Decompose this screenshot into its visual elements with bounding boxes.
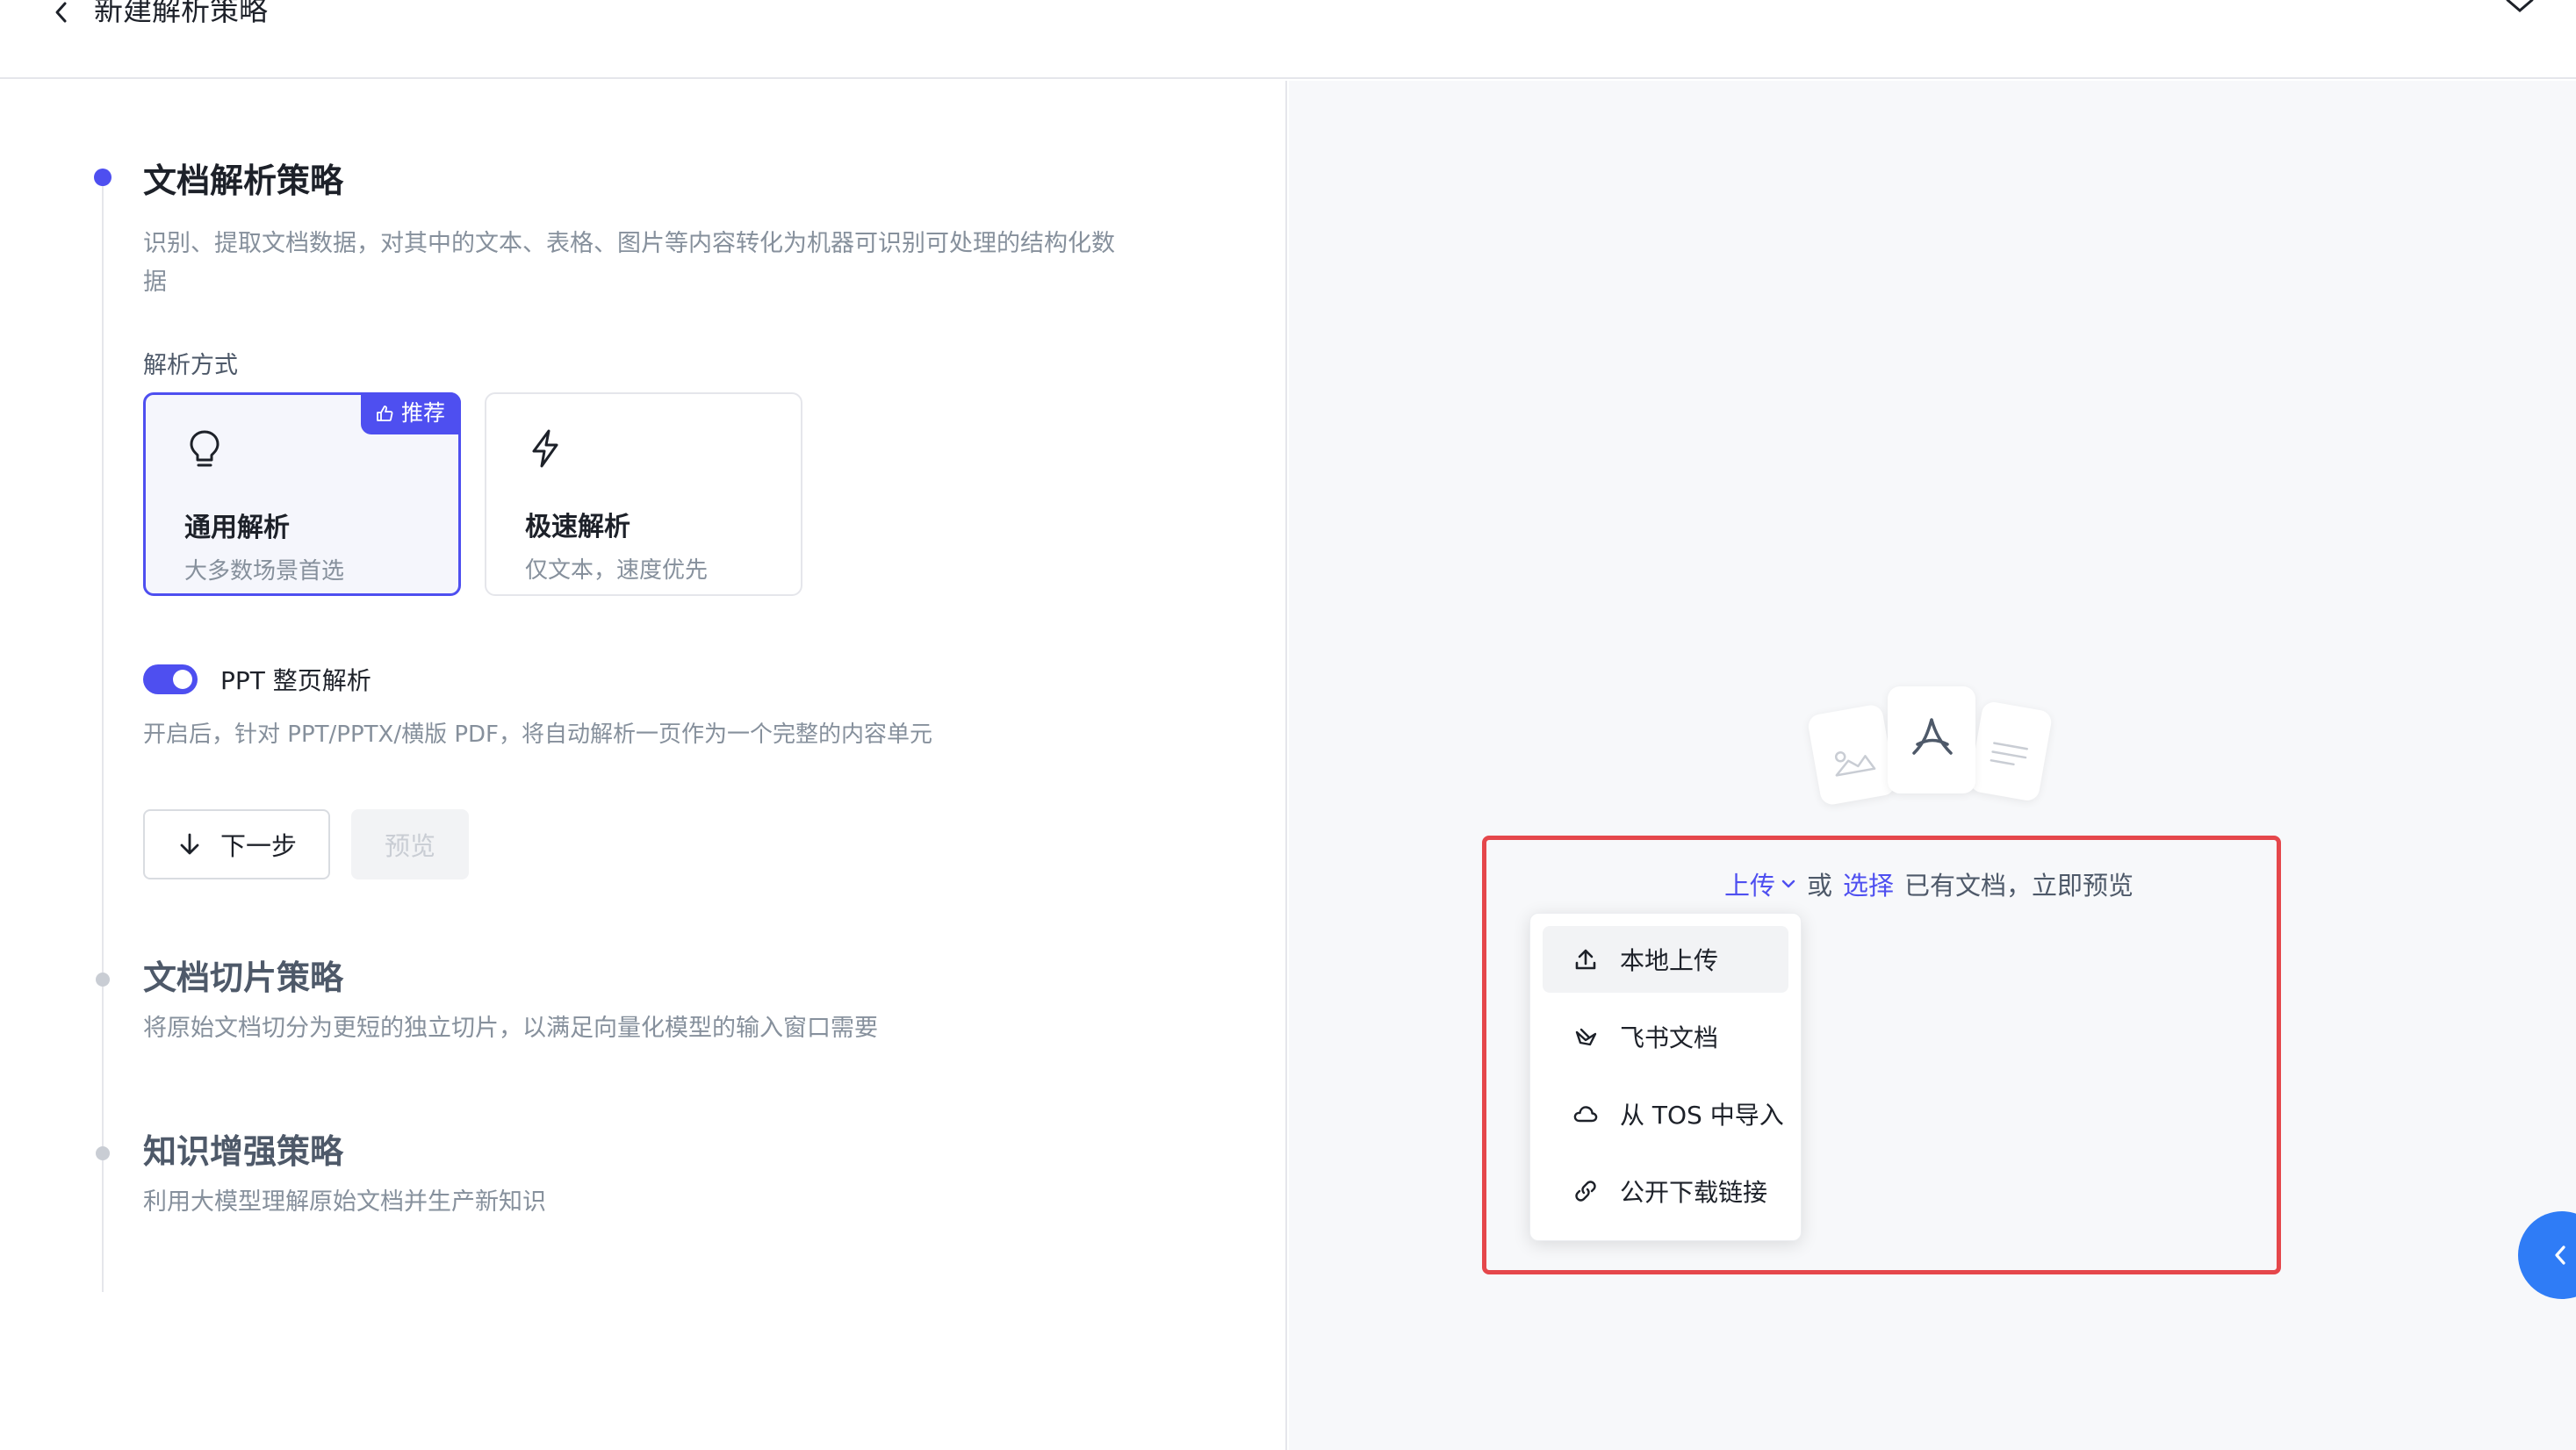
recommended-badge: 推荐 — [360, 392, 461, 434]
file-types-illustration — [1806, 686, 2054, 809]
arrow-down-icon — [180, 833, 199, 855]
parse-mode-card-general[interactable]: 推荐 通用解析 大多数场景首选 — [143, 392, 461, 596]
card-title-fast: 极速解析 — [525, 512, 630, 542]
upload-prompt: 上传 或 选择 已有文档，立即预览 — [1724, 865, 2133, 902]
timeline-line — [102, 186, 104, 1292]
lightning-icon — [532, 429, 558, 468]
feishu-icon — [1575, 1028, 1597, 1046]
card-title-general: 通用解析 — [184, 513, 290, 543]
menu-item-label: 飞书文档 — [1620, 1023, 1719, 1052]
step-desc-parse: 识别、提取文档数据，对其中的文本、表格、图片等内容转化为机器可识别可处理的结构化… — [143, 230, 1115, 257]
parse-mode-card-fast[interactable]: 极速解析 仅文本，速度优先 — [485, 392, 802, 596]
step-indicator-idle — [96, 973, 110, 987]
select-link[interactable]: 选择 — [1843, 865, 1894, 902]
ppt-toggle-description: 开启后，针对 PPT/PPTX/横版 PDF，将自动解析一页作为一个完整的内容单… — [143, 721, 932, 748]
menu-item-local-upload[interactable]: 本地上传 — [1543, 926, 1788, 993]
thumbs-up-icon — [377, 406, 393, 421]
upload-link: 上传 — [1724, 871, 1776, 901]
page-title: 新建解析策略 — [94, 0, 268, 27]
chevron-down-icon — [1781, 879, 1795, 888]
pdf-file-card — [1888, 686, 1975, 793]
menu-item-public-link[interactable]: 公开下载链接 — [1543, 1158, 1788, 1224]
menu-item-label: 从 TOS 中导入 — [1620, 1101, 1784, 1130]
ppt-toggle-label: PPT 整页解析 — [220, 666, 371, 695]
link-icon — [1575, 1181, 1596, 1202]
menu-item-label: 公开下载链接 — [1620, 1178, 1768, 1207]
image-icon — [1834, 751, 1876, 777]
header: 新建解析策略 — [0, 0, 2576, 79]
image-file-card — [1806, 703, 1897, 807]
toggle-knob — [173, 670, 192, 689]
step-desc-enhance: 利用大模型理解原始文档并生产新知识 — [143, 1188, 546, 1216]
card-subtitle-general: 大多数场景首选 — [184, 558, 345, 585]
pdf-icon — [1912, 718, 1953, 755]
preview-button[interactable]: 预览 — [351, 809, 469, 879]
doc-file-card — [1968, 700, 2054, 803]
preview-hint-text: 已有文档，立即预览 — [1904, 871, 2134, 901]
cloud-icon — [1573, 1106, 1598, 1123]
strategy-steps-panel: 文档解析策略 识别、提取文档数据，对其中的文本、表格、图片等内容转化为机器可识别… — [0, 81, 1287, 1450]
step-desc-chunk: 将原始文档切分为更短的独立切片，以满足向量化模型的输入窗口需要 — [143, 1015, 878, 1042]
badge-label: 推荐 — [400, 400, 445, 426]
menu-item-tos-import[interactable]: 从 TOS 中导入 — [1543, 1080, 1788, 1147]
step-indicator-active — [94, 169, 112, 186]
next-step-button[interactable]: 下一步 — [143, 809, 330, 879]
chevron-left-icon[interactable] — [49, 0, 74, 25]
ppt-fullpage-toggle[interactable] — [143, 664, 198, 694]
lightbulb-icon — [190, 430, 219, 467]
chevron-left-icon — [2555, 1245, 2565, 1265]
next-step-label: 下一步 — [219, 831, 297, 861]
step-title-enhance: 知识增强策略 — [143, 1132, 344, 1171]
menu-item-label: 本地上传 — [1620, 946, 1719, 975]
card-subtitle-fast: 仅文本，速度优先 — [525, 557, 709, 584]
step-title-parse: 文档解析策略 — [143, 162, 344, 200]
parse-mode-label: 解析方式 — [143, 352, 238, 379]
step-desc-parse-cont: 据 — [143, 269, 167, 296]
text-doc-icon — [1990, 742, 2029, 766]
step-indicator-idle — [96, 1146, 110, 1160]
upload-icon — [1575, 949, 1596, 970]
close-icon[interactable] — [2504, 0, 2536, 18]
or-text: 或 — [1807, 871, 1833, 901]
upload-dropdown-trigger[interactable]: 上传 — [1724, 865, 1796, 902]
step-title-chunk: 文档切片策略 — [143, 958, 344, 997]
upload-source-menu: 本地上传 飞书文档 从 TOS 中导入 公开下载链接 — [1529, 913, 1802, 1241]
menu-item-feishu-doc[interactable]: 飞书文档 — [1543, 1003, 1788, 1070]
